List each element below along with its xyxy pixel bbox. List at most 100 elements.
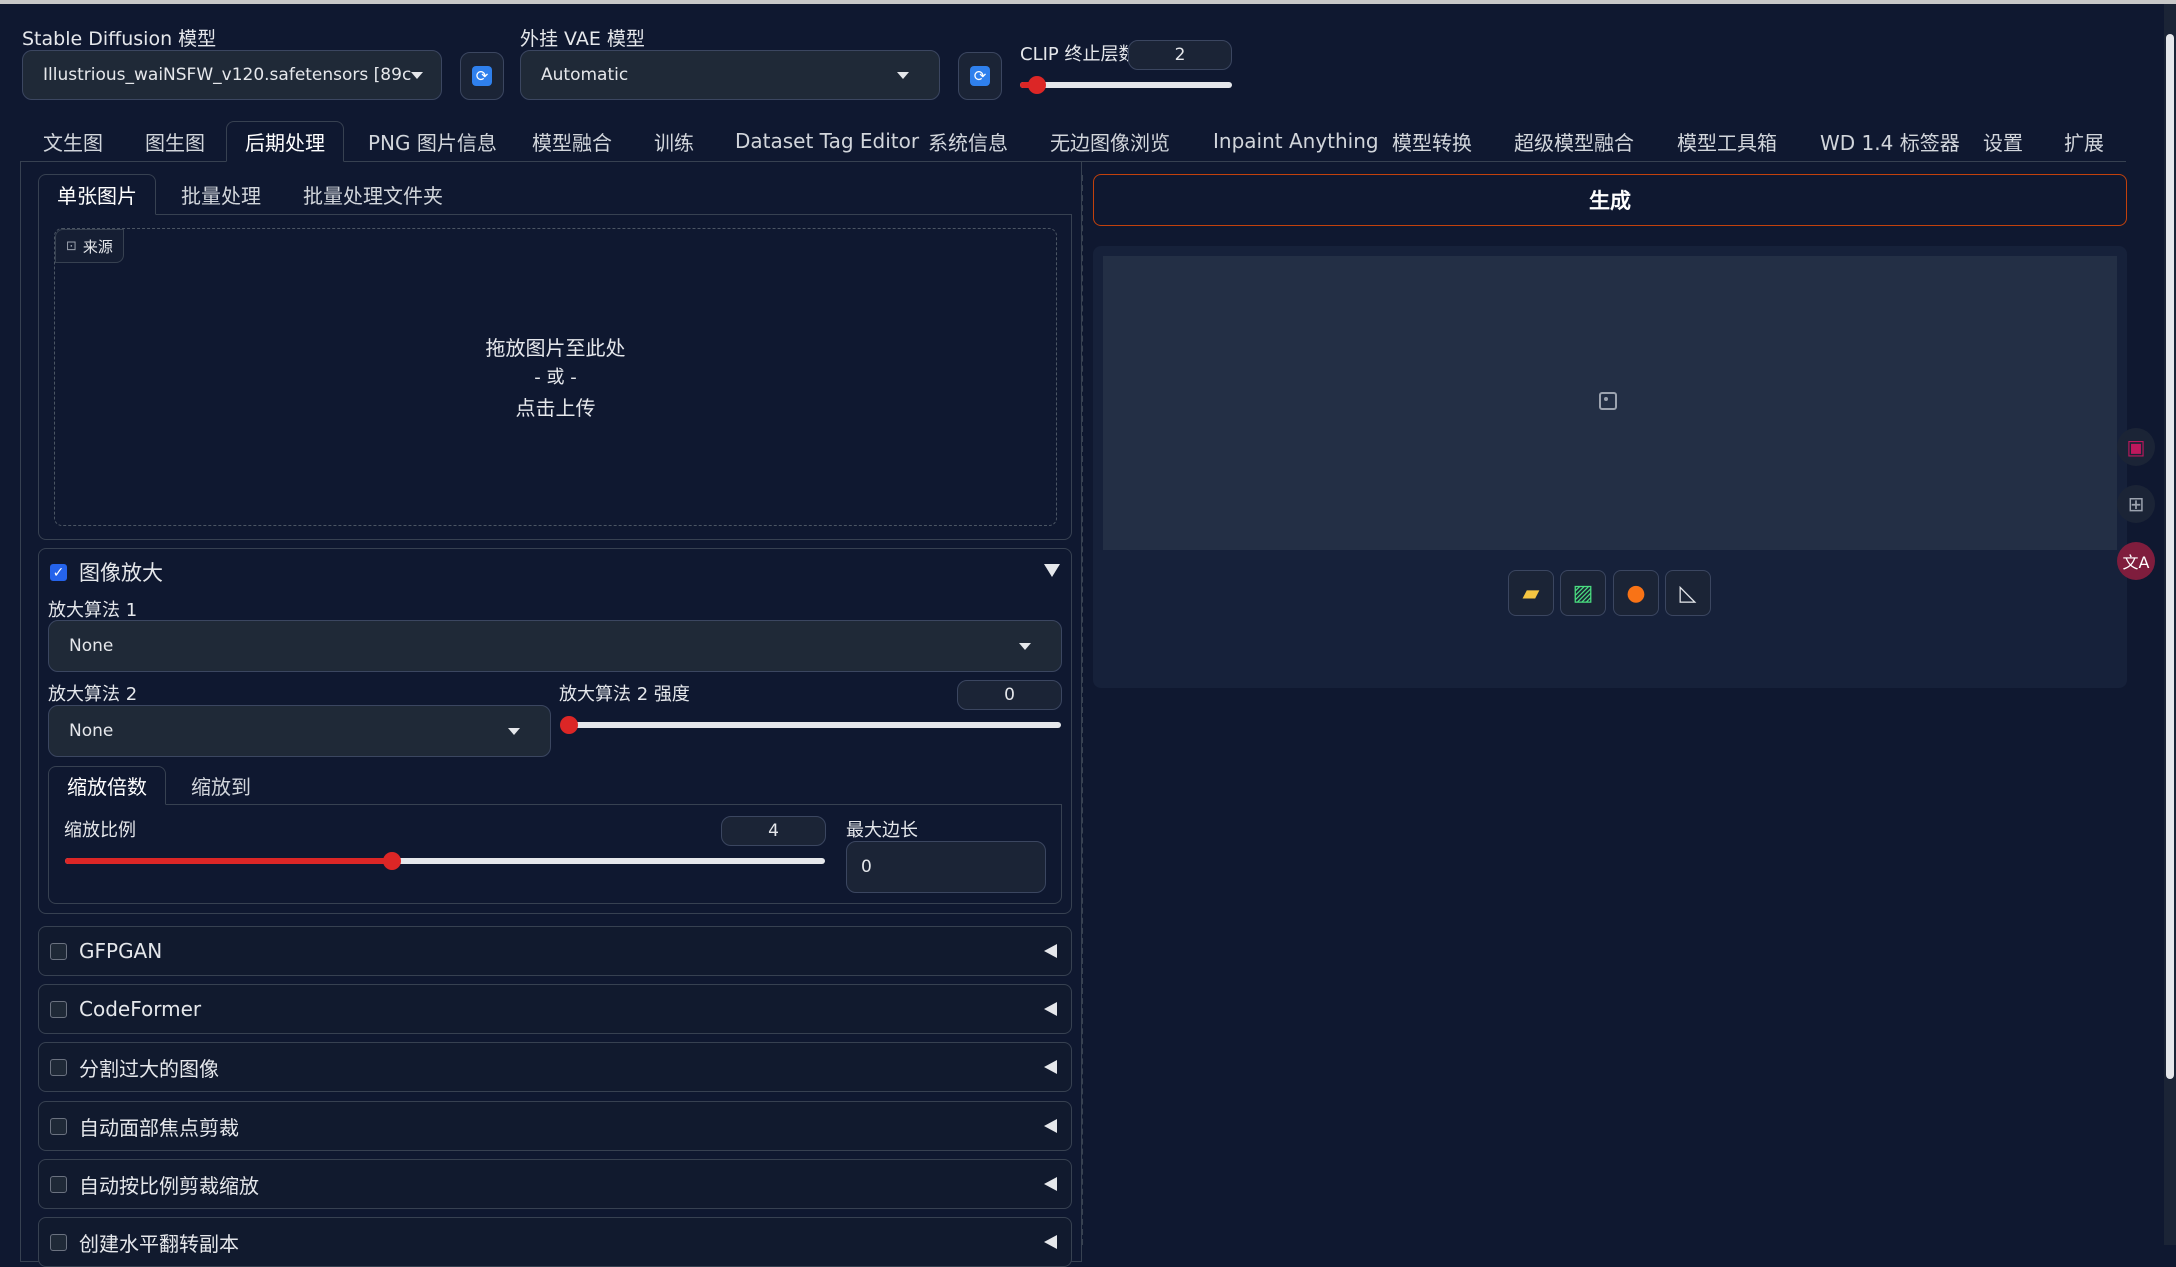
chevron-down-icon — [508, 727, 520, 735]
expand-arrow-icon[interactable] — [1044, 1060, 1057, 1074]
grid-add-icon: ⊞ — [2127, 492, 2145, 516]
subtab-single-image[interactable]: 单张图片 — [38, 174, 156, 215]
tab-scale-to[interactable]: 缩放到 — [191, 766, 251, 804]
generate-button[interactable]: 生成 — [1093, 174, 2127, 226]
send-to-img2img-button[interactable]: ▨ — [1560, 570, 1606, 616]
subtab-batch-process[interactable]: 批量处理 — [181, 174, 261, 214]
accordion-split-oversized[interactable]: 分割过大的图像 — [38, 1042, 1072, 1092]
column-divider — [1081, 175, 1083, 1245]
tab-scale-by[interactable]: 缩放倍数 — [48, 766, 166, 805]
main-tabs: 文生图 图生图 后期处理 PNG 图片信息 模型融合 训练 Dataset Ta… — [20, 121, 2126, 162]
send-to-inpaint-button[interactable]: ● — [1613, 570, 1659, 616]
upscaler2-strength-slider[interactable] — [560, 716, 1061, 734]
chevron-down-icon — [897, 71, 909, 79]
face-focus-crop-checkbox[interactable] — [50, 1118, 67, 1135]
gift-icon: ▣ — [2126, 435, 2146, 459]
tab-txt2img[interactable]: 文生图 — [43, 121, 103, 161]
open-folder-button[interactable]: ▰ — [1508, 570, 1554, 616]
upscaler2-label: 放大算法 2 — [48, 684, 138, 705]
slider-thumb[interactable] — [1027, 76, 1046, 94]
upscaler2-dropdown[interactable]: None — [48, 705, 551, 757]
clip-skip-input[interactable]: 2 — [1128, 40, 1232, 70]
split-oversized-checkbox[interactable] — [50, 1059, 67, 1076]
tab-extras[interactable]: 后期处理 — [226, 121, 344, 162]
refresh-icon: ⟳ — [970, 66, 990, 86]
grid-add-button[interactable]: ⊞ — [2117, 485, 2155, 523]
dropzone-line-3: 点击上传 — [515, 396, 596, 420]
tab-super-merger[interactable]: 超级模型融合 — [1514, 121, 1634, 161]
clip-skip-label: CLIP 终止层数 — [1020, 44, 1137, 65]
accordion-codeformer-label: CodeFormer — [79, 997, 202, 1021]
tab-system-info[interactable]: 系统信息 — [928, 121, 1008, 161]
send-to-extras-button[interactable]: ◺ — [1665, 570, 1711, 616]
tab-train[interactable]: 训练 — [654, 121, 694, 161]
vae-label: 外挂 VAE 模型 — [520, 28, 645, 50]
slider-thumb[interactable] — [382, 852, 401, 870]
expand-arrow-icon[interactable] — [1044, 944, 1057, 958]
accordion-codeformer[interactable]: CodeFormer — [38, 984, 1072, 1034]
upscaler2-strength-input[interactable]: 0 — [957, 680, 1062, 710]
tab-model-converter[interactable]: 模型转换 — [1392, 121, 1472, 161]
max-side-input[interactable]: 0 — [846, 841, 1046, 893]
expand-arrow-icon[interactable] — [1044, 1235, 1057, 1249]
scale-ratio-input[interactable]: 4 — [721, 816, 826, 846]
tab-checkpoint-merger[interactable]: 模型融合 — [532, 121, 612, 161]
auto-size-crop-checkbox[interactable] — [50, 1176, 67, 1193]
triangle-ruler-icon: ◺ — [1679, 580, 1697, 606]
scrollbar-thumb[interactable] — [2166, 34, 2174, 1079]
slider-thumb[interactable] — [560, 716, 578, 734]
refresh-model-button[interactable]: ⟳ — [460, 52, 504, 100]
folder-icon: ▰ — [1522, 580, 1540, 606]
gift-button[interactable]: ▣ — [2117, 428, 2155, 466]
expand-arrow-icon[interactable] — [1044, 1119, 1057, 1133]
collapse-arrow-icon[interactable] — [1044, 564, 1060, 577]
translate-icon: 文A — [2122, 553, 2150, 572]
source-badge-label: 来源 — [82, 237, 113, 256]
dropzone-line-1: 拖放图片至此处 — [485, 336, 626, 360]
tab-settings[interactable]: 设置 — [1983, 121, 2023, 161]
window-top-edge — [0, 0, 2176, 4]
upscale-checkbox[interactable]: ✓ — [50, 564, 67, 581]
tab-inpaint-anything[interactable]: Inpaint Anything — [1213, 121, 1379, 161]
accordion-auto-size-crop[interactable]: 自动按比例剪裁缩放 — [38, 1159, 1072, 1209]
tab-extensions[interactable]: 扩展 — [2064, 121, 2104, 161]
upscaler2-strength-label: 放大算法 2 强度 — [559, 684, 690, 705]
scale-ratio-slider[interactable] — [65, 852, 825, 870]
max-side-label: 最大边长 — [846, 820, 918, 841]
expand-arrow-icon[interactable] — [1044, 1002, 1057, 1016]
subtab-batch-folder[interactable]: 批量处理文件夹 — [303, 174, 443, 214]
tab-dataset-tag-editor[interactable]: Dataset Tag Editor — [735, 121, 919, 161]
sd-model-dropdown[interactable]: Illustrious_waiNSFW_v120.safetensors [89… — [22, 50, 442, 100]
vae-dropdown[interactable]: Automatic — [520, 50, 940, 100]
image-icon: ⊡ — [66, 238, 77, 254]
clip-skip-slider[interactable] — [1020, 76, 1232, 94]
tab-infinite-image-browsing[interactable]: 无边图像浏览 — [1050, 121, 1170, 161]
chevron-down-icon — [411, 71, 423, 79]
upscaler1-label: 放大算法 1 — [48, 600, 138, 621]
refresh-icon: ⟳ — [472, 66, 492, 86]
flip-copy-checkbox[interactable] — [50, 1234, 67, 1251]
output-image-area — [1103, 256, 2117, 550]
upscaler2-value: None — [69, 721, 114, 741]
codeformer-checkbox[interactable] — [50, 1001, 67, 1018]
upscaler1-value: None — [69, 636, 114, 656]
translate-button[interactable]: 文A — [2117, 542, 2155, 580]
refresh-vae-button[interactable]: ⟳ — [958, 52, 1002, 100]
accordion-gfpgan[interactable]: GFPGAN — [38, 926, 1072, 976]
expand-arrow-icon[interactable] — [1044, 1177, 1057, 1191]
sd-model-value: Illustrious_waiNSFW_v120.safetensors [89… — [43, 65, 411, 85]
sd-model-label: Stable Diffusion 模型 — [22, 28, 217, 50]
tab-model-toolkit[interactable]: 模型工具箱 — [1677, 121, 1777, 161]
image-dropzone[interactable]: ⊡ 来源 拖放图片至此处 - 或 - 点击上传 — [54, 228, 1057, 526]
tab-wd14-tagger[interactable]: WD 1.4 标签器 — [1820, 121, 1960, 161]
gfpgan-checkbox[interactable] — [50, 943, 67, 960]
tab-png-info[interactable]: PNG 图片信息 — [368, 121, 497, 161]
accordion-face-focus-crop[interactable]: 自动面部焦点剪裁 — [38, 1101, 1072, 1151]
source-badge: ⊡ 来源 — [55, 229, 124, 263]
accordion-flip-copy-label: 创建水平翻转副本 — [79, 1231, 239, 1256]
accordion-flip-copy[interactable]: 创建水平翻转副本 — [38, 1217, 1072, 1267]
tab-img2img[interactable]: 图生图 — [145, 121, 205, 161]
scrollbar-track[interactable] — [2164, 4, 2176, 1245]
upscaler1-dropdown[interactable]: None — [48, 620, 1062, 672]
accordion-gfpgan-label: GFPGAN — [79, 939, 163, 963]
